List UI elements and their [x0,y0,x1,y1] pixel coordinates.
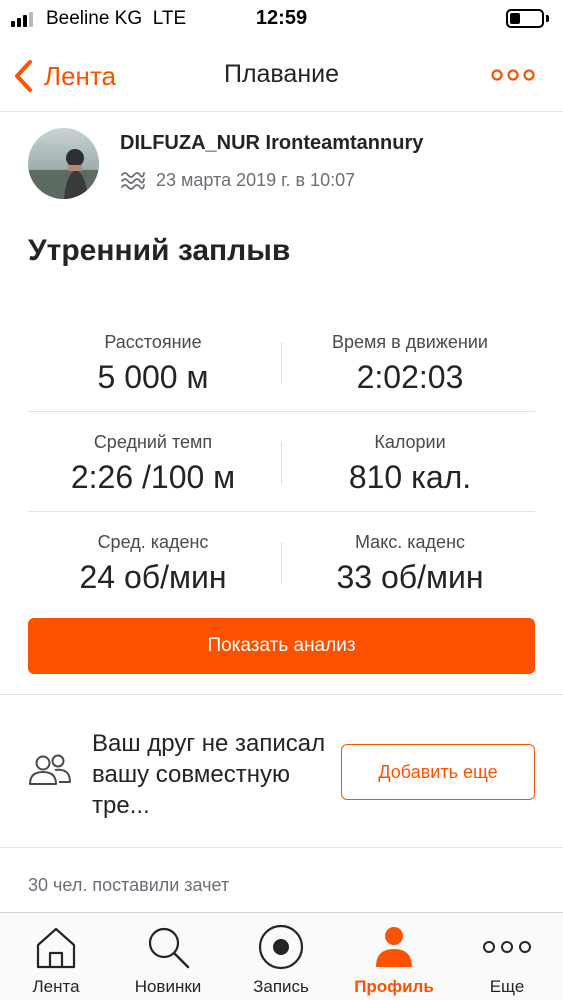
stat-value: 5 000 м [97,359,209,395]
tab-bar: Лента Новинки Запись Профиль Еще [0,912,563,1000]
status-time: 12:59 [255,7,308,29]
more-icon [483,941,531,953]
activity-title: Утренний заплыв [28,234,291,267]
activity-date: 23 марта 2019 г. в 10:07 [156,170,356,190]
avatar[interactable] [28,128,99,199]
tab-record[interactable]: Запись [225,913,337,1000]
add-more-button[interactable]: Добавить еще [341,744,535,800]
battery-icon [506,9,544,28]
divider [0,847,563,848]
stat-divider [281,342,282,384]
stats-grid: Расстояние 5 000 м Время в движении 2:02… [28,312,535,612]
stat-label: Сред. каденс [97,532,209,552]
tab-label: Еще [489,977,525,996]
nav-bar: Лента Плавание [0,38,563,112]
athlete-name[interactable]: DILFUZA_NUR Ironteamtannury [120,132,423,155]
tab-explore[interactable]: Новинки [112,913,224,1000]
stat-value: 24 об/мин [79,559,227,595]
stat-calories: Калории 810 кал. [285,412,535,496]
stat-label: Макс. каденс [354,532,466,552]
status-bar: Beeline KG LTE 12:59 [0,0,563,38]
kudos-count[interactable]: 30 чел. поставили зачет [28,875,229,896]
stat-row: Средний темп 2:26 /100 м Калории 810 кал… [28,412,535,512]
record-icon [258,924,304,970]
avatar-image [28,128,99,199]
page-title: Плавание [223,60,340,88]
tab-label: Лента [32,977,80,996]
swim-icon [121,172,145,190]
group-icon [29,754,71,785]
home-icon [36,927,76,969]
tab-feed[interactable]: Лента [0,913,112,1000]
battery-tip [546,15,549,22]
tab-more[interactable]: Еще [451,913,563,1000]
stat-value: 2:26 /100 м [70,459,236,495]
more-options-icon[interactable] [490,65,536,85]
stat-divider [281,542,282,584]
stat-label: Время в движении [332,332,488,352]
stat-avg-cadence: Сред. каденс 24 об/мин [28,512,278,596]
friend-prompt-text: Ваш друг не записал вашу совместную тре.… [92,730,326,819]
stat-value: 33 об/мин [336,559,484,595]
stat-moving-time: Время в движении 2:02:03 [285,312,535,396]
stat-avg-pace: Средний темп 2:26 /100 м [28,412,278,496]
stat-label: Расстояние [104,332,202,352]
tab-profile[interactable]: Профиль [338,913,450,1000]
show-analysis-button[interactable]: Показать анализ [28,618,535,674]
tab-label: Запись [253,977,309,996]
stat-row: Расстояние 5 000 м Время в движении 2:02… [28,312,535,412]
stat-value: 810 кал. [348,459,472,495]
stat-distance: Расстояние 5 000 м [28,312,278,396]
profile-icon [376,927,412,967]
stat-label: Средний темп [93,432,213,452]
stat-value: 2:02:03 [356,359,464,395]
tab-label: Профиль [354,977,434,996]
tab-label: Новинки [134,977,202,996]
stat-divider [281,442,282,484]
stat-max-cadence: Макс. каденс 33 об/мин [285,512,535,596]
divider [0,694,563,695]
search-icon [148,927,190,969]
stat-label: Калории [374,432,446,452]
stat-row: Сред. каденс 24 об/мин Макс. каденс 33 о… [28,512,535,612]
